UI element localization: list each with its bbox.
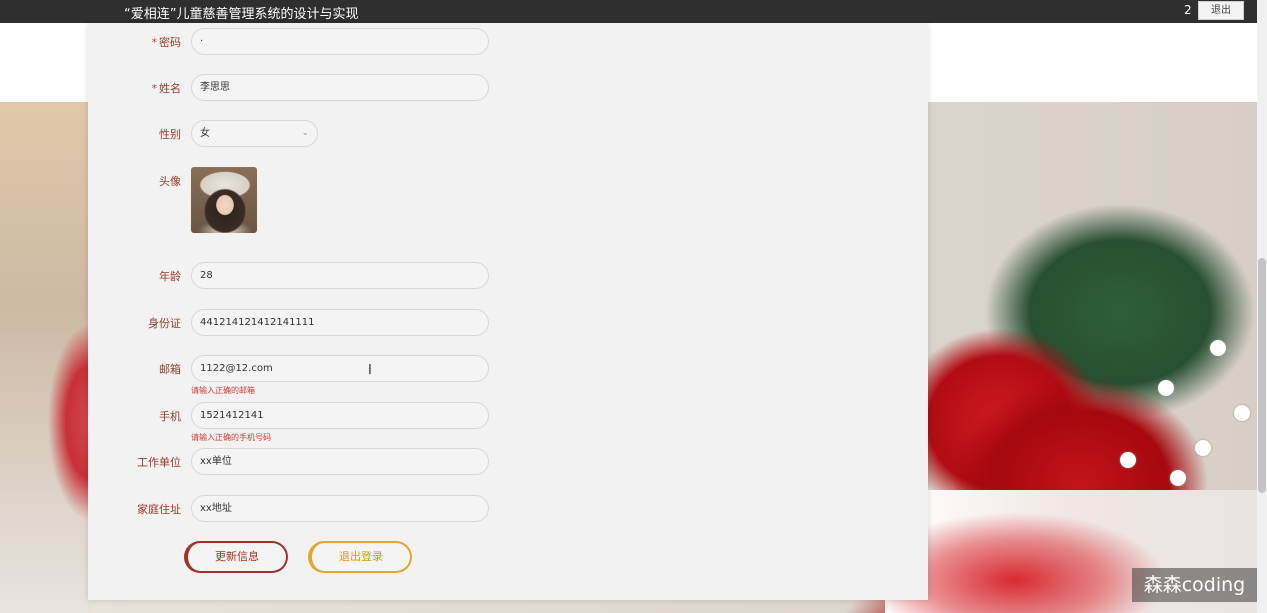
watermark: 森森coding: [1132, 568, 1257, 602]
work-unit-field[interactable]: xx单位: [191, 448, 489, 475]
phone-error: 请输入正确的手机号码: [191, 433, 271, 442]
top-bar: “爱相连”儿童慈善管理系统的设计与实现 2 退出: [0, 0, 1257, 23]
phone-row: 手机 1521412141 请输入正确的手机号码: [93, 402, 593, 442]
gender-select-value: 女: [200, 128, 210, 139]
id-card-row: 身份证 441214121412141111: [93, 309, 593, 337]
name-label: * 姓名: [152, 80, 182, 96]
work-unit-label: 工作单位: [137, 456, 181, 469]
avatar-label: 头像: [159, 175, 181, 188]
age-row: 年龄 28: [93, 262, 593, 290]
email-label: 邮箱: [159, 363, 181, 376]
phone-label: 手机: [159, 410, 181, 423]
profile-form: * 密码 · * 姓名 李思思 性别 女 ⌄ 头像 年龄 28 身份证 441214…: [93, 23, 918, 600]
work-unit-row: 工作单位 xx单位: [93, 448, 593, 476]
gender-row: 性别 女 ⌄: [93, 120, 593, 148]
background-flower: [1120, 452, 1136, 468]
top-logout-button[interactable]: 退出: [1198, 1, 1244, 20]
gender-select[interactable]: 女 ⌄: [191, 120, 318, 147]
age-field[interactable]: 28: [191, 262, 489, 289]
name-field[interactable]: 李思思: [191, 74, 489, 101]
avatar-image[interactable]: [191, 167, 257, 233]
update-info-button[interactable]: 更新信息: [184, 541, 288, 573]
background-flower: [1195, 440, 1211, 456]
id-card-label: 身份证: [148, 317, 181, 330]
name-row: * 姓名 李思思: [93, 74, 593, 102]
profile-panel: * 密码 · * 姓名 李思思 性别 女 ⌄ 头像 年龄 28 身份证 441214…: [88, 23, 928, 600]
password-label-text: 密码: [159, 36, 181, 49]
chevron-down-icon: ⌄: [301, 128, 309, 138]
background-left-decoration: [0, 102, 88, 613]
email-row: 邮箱 1122@12.com I 请输入正确的邮箱: [93, 355, 593, 395]
background-flower: [1158, 380, 1174, 396]
text-cursor-icon: I: [368, 363, 372, 378]
password-label: * 密码: [152, 34, 182, 50]
required-mark: *: [151, 36, 158, 49]
home-address-field[interactable]: xx地址: [191, 495, 489, 522]
required-mark: *: [151, 82, 158, 95]
name-label-text: 姓名: [159, 82, 181, 95]
phone-field[interactable]: 1521412141: [191, 402, 489, 429]
home-address-label: 家庭住址: [137, 503, 181, 516]
password-row: * 密码 ·: [93, 28, 593, 56]
email-error: 请输入正确的邮箱: [191, 386, 255, 395]
age-label: 年龄: [159, 270, 181, 283]
background-flower: [1234, 405, 1250, 421]
gender-label: 性别: [159, 128, 181, 141]
logout-button[interactable]: 退出登录: [308, 541, 412, 573]
user-indicator: 2: [1184, 3, 1192, 17]
home-address-row: 家庭住址 xx地址: [93, 495, 593, 523]
background-flower: [1210, 340, 1226, 356]
background-flower: [1170, 470, 1186, 486]
page-scrollbar[interactable]: [1257, 0, 1267, 613]
avatar-row: 头像: [93, 167, 593, 237]
app-title: “爱相连”儿童慈善管理系统的设计与实现: [124, 7, 359, 22]
email-field[interactable]: 1122@12.com I: [191, 355, 489, 382]
password-field[interactable]: ·: [191, 28, 489, 55]
email-field-value: 1122@12.com: [200, 363, 273, 374]
id-card-field[interactable]: 441214121412141111: [191, 309, 489, 336]
scrollbar-thumb[interactable]: [1258, 258, 1266, 493]
